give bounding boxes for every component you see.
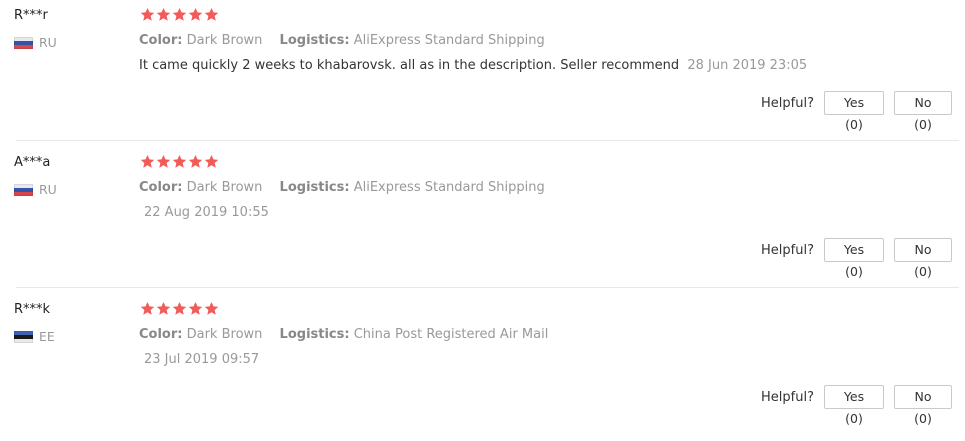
russia-flag-icon [14, 183, 33, 196]
color-value: Dark Brown [186, 33, 263, 48]
reviewer-country: RU [14, 182, 57, 197]
reviewer-country: RU [14, 35, 57, 50]
star-icon [188, 7, 203, 22]
reviewer-name: R***r [14, 8, 48, 23]
helpful-yes-button[interactable]: Yes (0) [824, 385, 884, 426]
review-text-line: It came quickly 2 weeks to khabarovsk. a… [139, 58, 807, 73]
review-meta: Color: Dark Brown Logistics: AliExpress … [139, 180, 545, 195]
review-date: 23 Jul 2019 09:57 [144, 352, 260, 367]
review-item: R***k EE Color: Dark Brown Logistics: Ch… [0, 294, 965, 441]
color-label: Color: [139, 327, 183, 342]
star-rating [140, 301, 219, 316]
helpful-label: Helpful? [761, 242, 814, 258]
star-icon [172, 7, 187, 22]
country-code: EE [39, 329, 55, 344]
star-icon [188, 301, 203, 316]
star-rating [140, 154, 219, 169]
reviewer-name: R***k [14, 302, 51, 317]
star-icon [140, 301, 155, 316]
review-meta: Color: Dark Brown Logistics: AliExpress … [139, 33, 545, 48]
helpful-no-button[interactable]: No (0) [894, 385, 952, 426]
divider [16, 287, 959, 288]
color-value: Dark Brown [186, 180, 263, 195]
star-icon [204, 301, 219, 316]
star-icon [204, 154, 219, 169]
color-label: Color: [139, 180, 183, 195]
logistics-label: Logistics: [279, 180, 350, 195]
estonia-flag-icon [14, 330, 33, 343]
reviewer-name: A***a [14, 155, 51, 170]
helpful-label: Helpful? [761, 95, 814, 111]
russia-flag-icon [14, 36, 33, 49]
review-text: It came quickly 2 weeks to khabarovsk. a… [139, 58, 680, 73]
star-rating [140, 7, 219, 22]
review-date: 22 Aug 2019 10:55 [144, 205, 269, 220]
review-meta: Color: Dark Brown Logistics: China Post … [139, 327, 548, 342]
review-item: A***a RU Color: Dark Brown Logistics: Al… [0, 147, 965, 294]
country-code: RU [39, 182, 57, 197]
divider [16, 140, 959, 141]
helpful-label: Helpful? [761, 389, 814, 405]
logistics-value: AliExpress Standard Shipping [353, 180, 545, 195]
helpful-no-button[interactable]: No (0) [894, 91, 952, 132]
star-icon [156, 7, 171, 22]
star-icon [204, 7, 219, 22]
helpful-controls: Helpful? Yes (0) No (0) [761, 238, 952, 279]
color-label: Color: [139, 33, 183, 48]
star-icon [172, 301, 187, 316]
color-value: Dark Brown [186, 327, 263, 342]
review-date: 28 Jun 2019 23:05 [687, 58, 808, 73]
logistics-label: Logistics: [279, 33, 350, 48]
helpful-controls: Helpful? Yes (0) No (0) [761, 91, 952, 132]
star-icon [156, 301, 171, 316]
star-icon [172, 154, 187, 169]
helpful-controls: Helpful? Yes (0) No (0) [761, 385, 952, 426]
star-icon [188, 154, 203, 169]
reviewer-country: EE [14, 329, 55, 344]
logistics-label: Logistics: [279, 327, 350, 342]
star-icon [140, 154, 155, 169]
helpful-no-button[interactable]: No (0) [894, 238, 952, 279]
logistics-value: China Post Registered Air Mail [353, 327, 549, 342]
star-icon [140, 7, 155, 22]
logistics-value: AliExpress Standard Shipping [353, 33, 545, 48]
star-icon [156, 154, 171, 169]
helpful-yes-button[interactable]: Yes (0) [824, 238, 884, 279]
country-code: RU [39, 35, 57, 50]
review-item: R***r RU Color: Dark Brown Logistics: Al… [0, 0, 965, 147]
helpful-yes-button[interactable]: Yes (0) [824, 91, 884, 132]
